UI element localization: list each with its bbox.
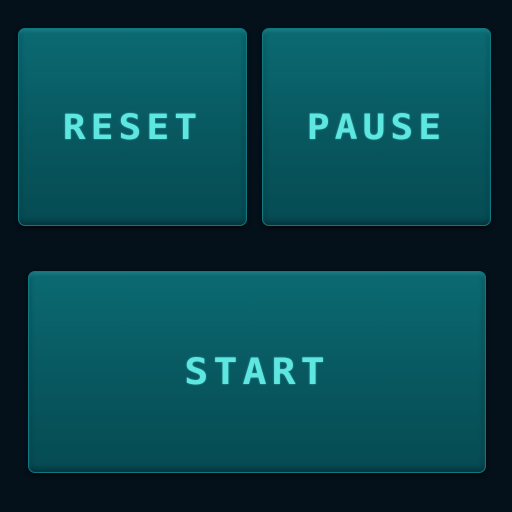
reset-button-label: RESET bbox=[62, 106, 203, 148]
reset-button[interactable]: RESET bbox=[18, 28, 247, 226]
pause-button[interactable]: PAUSE bbox=[262, 28, 491, 226]
control-panel: RESET PAUSE START bbox=[0, 0, 512, 512]
start-button[interactable]: START bbox=[28, 271, 486, 473]
start-button-label: START bbox=[184, 350, 330, 394]
pause-button-label: PAUSE bbox=[306, 106, 447, 148]
